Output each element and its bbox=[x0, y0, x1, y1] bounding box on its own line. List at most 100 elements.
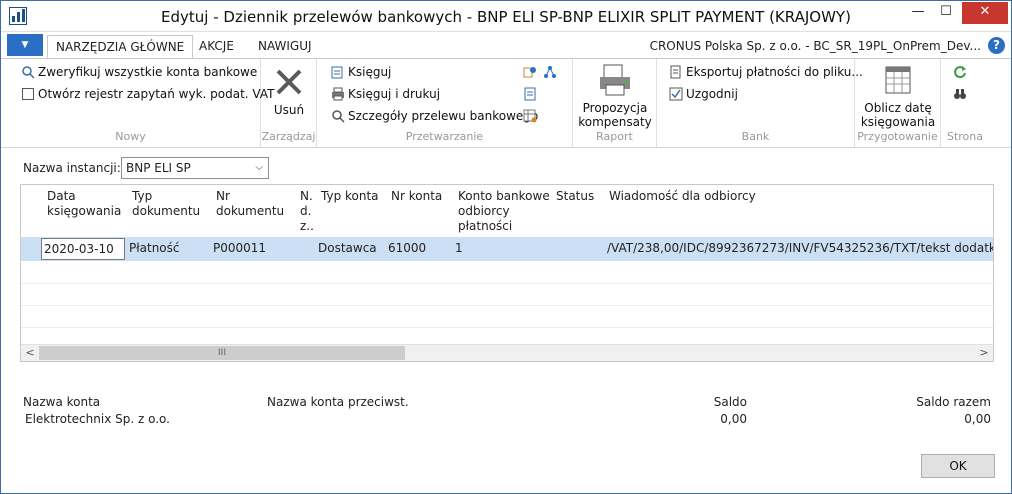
horizontal-scrollbar[interactable]: < III > bbox=[21, 344, 993, 361]
account-no-cell[interactable]: 61000 bbox=[388, 241, 426, 255]
report-printer-icon bbox=[598, 63, 632, 97]
process-small-button-3[interactable] bbox=[523, 84, 540, 104]
instance-select[interactable]: BNP ELI SP ⌵ bbox=[121, 157, 269, 179]
posting-date-cell[interactable]: 2020-03-10 bbox=[41, 238, 125, 260]
account-name-value: Elektrotechnix Sp. z o.o. bbox=[25, 412, 170, 426]
header-document-no[interactable]: Nr dokumentu bbox=[216, 189, 284, 219]
find-button[interactable] bbox=[953, 84, 970, 104]
document-type-cell[interactable]: Płatność bbox=[129, 241, 180, 255]
account-name-label: Nazwa konta bbox=[23, 395, 101, 409]
open-vat-register-button[interactable]: Otwórz rejestr zapytań wyk. podat. VAT bbox=[21, 84, 274, 104]
group-przetwarzanie: Księguj Księguj i drukuj Szczegóły przel… bbox=[317, 59, 573, 147]
header-posting-date[interactable]: Data księgowania bbox=[47, 189, 121, 219]
header-text: Data bbox=[47, 189, 76, 203]
header-account-no[interactable]: Nr konta bbox=[391, 189, 442, 204]
message-cell[interactable]: /VAT/238,00/IDC/8992367273/INV/FV5432523… bbox=[607, 241, 993, 255]
header-text: Nr bbox=[216, 189, 230, 203]
search-check-icon bbox=[21, 65, 35, 79]
delete-button[interactable]: Usuń bbox=[265, 65, 313, 117]
calendar-grid-icon bbox=[881, 63, 915, 97]
header-document-type[interactable]: Typ dokumentu bbox=[132, 189, 200, 219]
dialog-window: Edytuj - Dziennik przelewów bankowych - … bbox=[0, 0, 1012, 494]
group-label-zarzadzaj: Zarządzaj bbox=[261, 130, 316, 143]
group-label-nowy: Nowy bbox=[115, 130, 146, 143]
group-przygotowanie: Oblicz datę księgowania Przygotowanie bbox=[855, 59, 941, 147]
document-no-cell[interactable]: P000011 bbox=[213, 241, 266, 255]
delete-label: Usuń bbox=[273, 103, 305, 117]
post-print-button[interactable]: Księguj i drukuj bbox=[331, 84, 440, 104]
application-menu-button[interactable]: ▼ bbox=[7, 34, 43, 56]
ribbon: Zweryfikuj wszystkie konta bankowe Otwór… bbox=[1, 58, 1011, 148]
help-icon[interactable]: ? bbox=[988, 37, 1005, 54]
checklist-icon bbox=[669, 87, 683, 101]
process-small-button-2[interactable] bbox=[543, 62, 560, 82]
network-icon bbox=[543, 65, 557, 79]
export-doc-icon bbox=[669, 65, 683, 79]
group-zarzadzaj: Usuń Zarządzaj bbox=[261, 59, 317, 147]
process-small-button-1[interactable] bbox=[523, 62, 540, 82]
export-payments-label: Eksportuj płatności do pliku... bbox=[686, 65, 863, 79]
header-text: Konto bankowe bbox=[458, 189, 550, 203]
header-text: d. bbox=[300, 204, 312, 218]
header-recipient-bank-account[interactable]: Konto bankowe odbiorcy płatności bbox=[458, 189, 550, 234]
row-divider bbox=[21, 327, 993, 328]
grid-settings-icon bbox=[523, 109, 537, 123]
magnifier-doc-icon bbox=[331, 109, 345, 123]
checkbox-icon bbox=[21, 87, 35, 101]
ok-button[interactable]: OK bbox=[921, 454, 995, 478]
group-label-raport: Raport bbox=[596, 130, 633, 143]
header-status[interactable]: Status bbox=[556, 189, 594, 204]
tab-navigate[interactable]: NAWIGUJ bbox=[250, 35, 320, 59]
row-divider bbox=[21, 305, 993, 306]
instance-value: BNP ELI SP bbox=[126, 161, 191, 175]
balance-label: Saldo bbox=[713, 395, 747, 409]
post-print-label: Księguj i drukuj bbox=[348, 87, 441, 101]
reconcile-button[interactable]: Uzgodnij bbox=[669, 84, 738, 104]
account-type-cell[interactable]: Dostawca bbox=[318, 241, 377, 255]
header-message[interactable]: Wiadomość dla odbiorcy bbox=[609, 189, 756, 204]
header-nd[interactable]: N. d. z.. bbox=[300, 189, 314, 234]
post-button[interactable]: Księguj bbox=[331, 62, 391, 82]
process-small-button-4[interactable] bbox=[523, 106, 540, 126]
tab-actions[interactable]: AKCJE bbox=[191, 35, 242, 59]
header-text: księgowania bbox=[47, 204, 122, 218]
header-text: dokumentu bbox=[132, 204, 201, 218]
minimize-button[interactable]: — bbox=[905, 2, 931, 24]
journal-grid: Data księgowania Typ dokumentu Nr dokume… bbox=[20, 184, 994, 362]
company-name: CRONUS Polska Sp. z o.o. - BC_SR_19PL_On… bbox=[649, 39, 981, 53]
scroll-right-icon[interactable]: > bbox=[976, 346, 992, 360]
delete-x-icon bbox=[272, 65, 306, 99]
total-balance-value: 0,00 bbox=[964, 412, 991, 426]
balancing-account-label: Nazwa konta przeciwst. bbox=[267, 395, 409, 409]
total-balance-label: Saldo razem bbox=[916, 395, 991, 409]
refresh-button[interactable] bbox=[953, 62, 970, 82]
verify-accounts-button[interactable]: Zweryfikuj wszystkie konta bankowe bbox=[21, 62, 257, 82]
post-icon bbox=[331, 65, 345, 79]
group-raport: Propozycja kompensaty Raport bbox=[573, 59, 657, 147]
verify-accounts-label: Zweryfikuj wszystkie konta bankowe bbox=[38, 65, 258, 79]
scroll-left-icon[interactable]: < bbox=[22, 346, 38, 360]
bank-account-cell[interactable]: 1 bbox=[455, 241, 463, 255]
header-text: płatności bbox=[458, 219, 513, 233]
post-label: Księguj bbox=[348, 65, 392, 79]
binoculars-icon bbox=[953, 87, 967, 101]
balance-value: 0,00 bbox=[720, 412, 747, 426]
row-divider bbox=[21, 283, 993, 284]
proposal-label-line2: kompensaty bbox=[578, 115, 652, 129]
transfer-details-label: Szczegóły przelewu bankowego bbox=[348, 109, 539, 123]
maximize-button[interactable]: ☐ bbox=[933, 2, 959, 24]
export-payments-button[interactable]: Eksportuj płatności do pliku... bbox=[669, 62, 863, 82]
refresh-icon bbox=[953, 65, 967, 79]
tab-home[interactable]: NARZĘDZIA GŁÓWNE bbox=[47, 35, 194, 59]
calc-posting-date-button[interactable]: Oblicz datę księgowania bbox=[857, 63, 939, 129]
header-account-type[interactable]: Typ konta bbox=[321, 189, 379, 204]
close-button[interactable]: ✕ bbox=[962, 2, 1008, 24]
scroll-thumb[interactable]: III bbox=[39, 346, 405, 360]
instance-label: Nazwa instancji: bbox=[23, 161, 121, 175]
transfer-details-button[interactable]: Szczegóły przelewu bankowego bbox=[331, 106, 538, 126]
group-nowy: Zweryfikuj wszystkie konta bankowe Otwór… bbox=[1, 59, 274, 147]
group-label-przygotowanie: Przygotowanie bbox=[857, 130, 938, 143]
calc-label-line1: Oblicz datę bbox=[864, 101, 932, 115]
calc-label-line2: księgowania bbox=[860, 115, 936, 129]
settlement-proposal-button[interactable]: Propozycja kompensaty bbox=[575, 63, 655, 129]
